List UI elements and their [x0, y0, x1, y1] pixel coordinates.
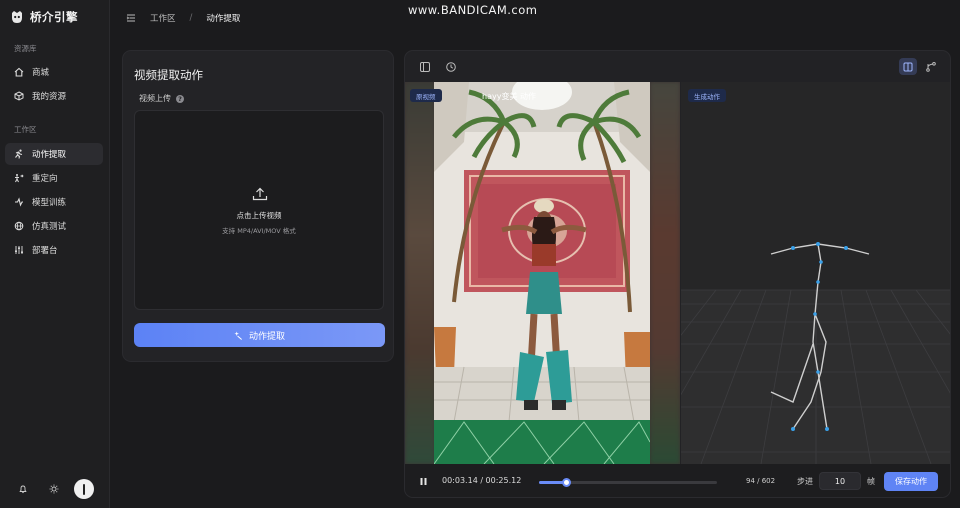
- train-icon: [15, 197, 23, 207]
- source-video-tag: 原视频: [410, 89, 442, 102]
- sidebar-item-label: 我的资源: [32, 92, 67, 102]
- home-icon: [14, 67, 24, 77]
- panel-title: 视频提取动作: [134, 68, 203, 82]
- step-label: 步进: [797, 477, 813, 486]
- player-controls: 00:03.14 / 00:25.12 94 / 602 步进 10 帧 保存动…: [405, 464, 950, 497]
- brand-name: 桥介引擎: [30, 10, 78, 24]
- upload-icon: [252, 187, 268, 201]
- split-view-button[interactable]: [899, 58, 917, 75]
- upload-label: 视频上传 ?: [139, 93, 184, 104]
- breadcrumb-root[interactable]: 工作区: [150, 12, 176, 24]
- video-upload-dropzone[interactable]: 点击上传视频 支持 MP4/AVI/MOV 格式: [134, 110, 384, 310]
- sidebar-item-label: 商城: [32, 68, 50, 78]
- globe-icon: [14, 221, 24, 231]
- history-clock-icon[interactable]: [445, 61, 457, 73]
- sidebar-item-simulation-test[interactable]: 仿真测试: [5, 215, 103, 237]
- sidebar-item-my-resources[interactable]: 我的资源: [5, 85, 103, 107]
- upload-label-text: 视频上传: [139, 94, 171, 103]
- video-blur-left: [405, 82, 435, 464]
- extract-panel: 视频提取动作 视频上传 ? 点击上传视频 支持 MP4/AVI/MOV 格式 动…: [122, 50, 394, 362]
- sliders-icon: [15, 246, 23, 254]
- branch-icon[interactable]: [925, 61, 937, 73]
- brand[interactable]: 桥介引擎: [10, 9, 78, 25]
- dropzone-format-hint: 支持 MP4/AVI/MOV 格式: [222, 227, 296, 235]
- extract-motion-button[interactable]: 动作提取: [134, 323, 385, 347]
- progress-slider[interactable]: [539, 478, 717, 487]
- preview-panel: hayy变美 动作 原视频 生成动作 00:03.14 / 00:25.12 9…: [404, 50, 951, 498]
- layout-panel-icon[interactable]: [419, 61, 431, 73]
- sidebar-item-label: 模型训练: [32, 198, 67, 208]
- section-label-workspace: 工作区: [14, 125, 37, 134]
- box-icon: [14, 91, 24, 101]
- split-view-icon: [903, 62, 913, 71]
- sidebar-item-label: 动作提取: [32, 150, 67, 160]
- step-input[interactable]: 10: [819, 472, 861, 490]
- retarget-icon: [15, 174, 24, 183]
- save-motion-button[interactable]: 保存动作: [884, 472, 938, 491]
- sidebar-item-motion-extract[interactable]: 动作提取: [5, 143, 103, 165]
- frame-counter: 94 / 602: [746, 477, 776, 485]
- breadcrumb-current: 动作提取: [206, 14, 241, 24]
- sparkle-icon: [234, 330, 242, 340]
- sidebar-item-store[interactable]: 商城: [5, 61, 103, 83]
- recording-watermark: www.BANDICAM.com: [408, 3, 538, 17]
- extract-button-label: 动作提取: [248, 331, 285, 342]
- frame-unit-label: 帧: [867, 477, 875, 486]
- sidebar-item-retarget[interactable]: 重定向: [5, 167, 103, 189]
- logo-icon: [12, 11, 22, 23]
- video-blur-right: [650, 82, 680, 464]
- bell-icon[interactable]: [18, 484, 28, 494]
- sidebar-item-label: 重定向: [32, 174, 58, 184]
- sidebar-item-label: 仿真测试: [32, 222, 67, 232]
- playback-time: 00:03.14 / 00:25.12: [442, 476, 522, 485]
- sidebar-item-deploy[interactable]: 部署台: [5, 239, 103, 261]
- source-video-view[interactable]: hayy变美 动作 原视频: [405, 82, 680, 464]
- dropzone-main-text: 点击上传视频: [236, 211, 282, 220]
- breadcrumb-separator: /: [189, 13, 193, 23]
- sidebar: 桥介引擎 资源库 商城 我的资源 工作区 动作提取 重定向 模型训练 仿真测试 …: [0, 0, 110, 508]
- sidebar-item-label: 部署台: [32, 246, 58, 256]
- sidebar-toggle-icon[interactable]: [126, 13, 136, 23]
- generated-motion-tag: 生成动作: [688, 89, 726, 102]
- generated-motion-view[interactable]: 生成动作: [681, 82, 950, 464]
- sidebar-item-model-training[interactable]: 模型训练: [5, 191, 103, 213]
- pause-icon[interactable]: [419, 477, 428, 486]
- progress-knob[interactable]: [562, 478, 572, 487]
- help-icon[interactable]: ?: [176, 94, 184, 103]
- video-frame: hayy变美 动作: [434, 82, 650, 464]
- avatar[interactable]: [74, 479, 94, 499]
- section-label-library: 资源库: [14, 44, 37, 53]
- skeleton-viewport: [681, 82, 950, 464]
- sidebar-footer: [0, 479, 110, 499]
- theme-toggle-icon[interactable]: [49, 484, 59, 494]
- video-overlay-text: hayy变美 动作: [482, 91, 536, 101]
- running-icon: [15, 149, 23, 159]
